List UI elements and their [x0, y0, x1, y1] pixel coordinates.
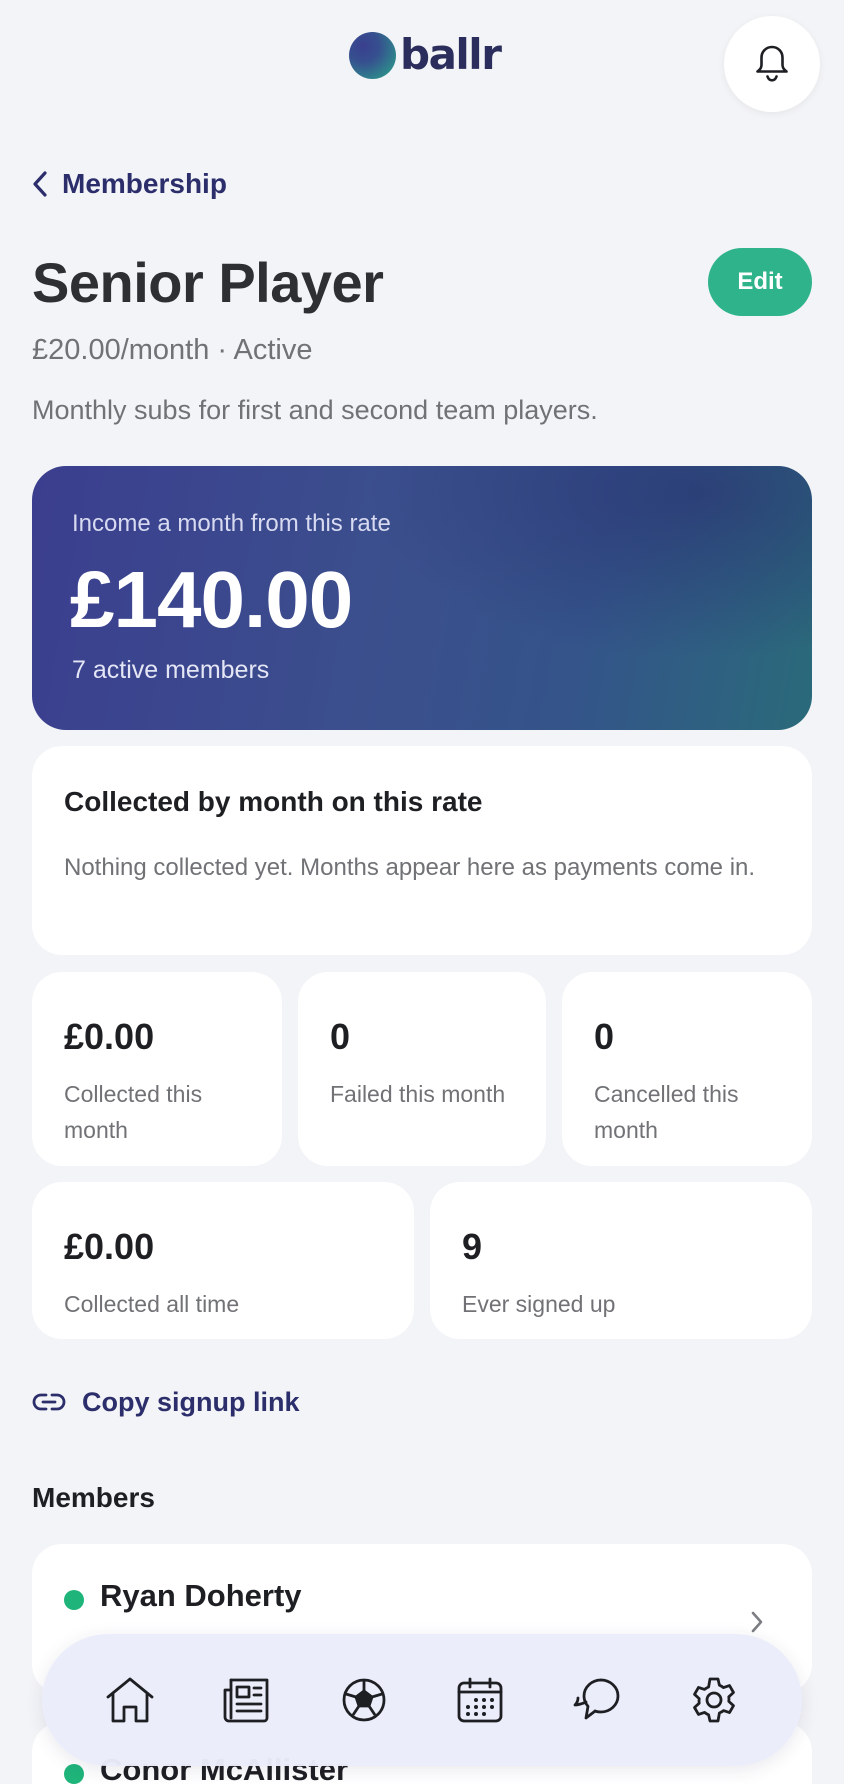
- nav-settings[interactable]: [682, 1668, 746, 1732]
- income-label: Income a month from this rate: [72, 510, 391, 537]
- income-amount: £140.00: [70, 555, 353, 644]
- app-header: ballr: [0, 0, 844, 130]
- calendar-icon: [457, 1677, 503, 1723]
- stat-value: 0: [330, 1016, 351, 1057]
- price-status-line: £20.00/month · Active: [32, 334, 313, 366]
- logo-text: ballr: [400, 30, 502, 79]
- notifications-button[interactable]: [724, 16, 820, 112]
- stat-label: Collected all time: [64, 1291, 240, 1317]
- chevron-right-icon: [751, 1611, 763, 1633]
- stat-card-failed-this-month: 0 Failed this month: [298, 972, 546, 1166]
- collected-by-month-card: Collected by month on this rate Nothing …: [32, 746, 812, 955]
- nav-chat[interactable]: [565, 1668, 629, 1732]
- active-members-count: 7 active members: [72, 656, 270, 684]
- stat-card-collected-all-time: £0.00 Collected all time: [32, 1182, 414, 1339]
- member-name: Ryan Doherty: [100, 1578, 302, 1613]
- stat-card-cancelled-this-month: 0 Cancelled this month: [562, 972, 812, 1166]
- stat-value: £0.00: [64, 1226, 155, 1267]
- home-icon: [106, 1677, 154, 1723]
- members-heading: Members: [32, 1482, 155, 1513]
- stat-label: Collected this month: [64, 1081, 203, 1143]
- stat-label: Ever signed up: [462, 1291, 616, 1317]
- bottom-navigation: [42, 1634, 802, 1766]
- stat-value: 0: [594, 1016, 615, 1057]
- stat-label: Failed this month: [330, 1081, 506, 1107]
- rate-description: Monthly subs for first and second team p…: [32, 395, 598, 425]
- stat-value: £0.00: [64, 1016, 155, 1057]
- active-status-dot: [64, 1590, 84, 1610]
- nav-matches[interactable]: [332, 1668, 396, 1732]
- nav-calendar[interactable]: [448, 1668, 512, 1732]
- link-icon: [32, 1393, 66, 1411]
- chevron-left-icon: [33, 171, 47, 197]
- edit-button[interactable]: Edit: [708, 248, 812, 316]
- football-icon: [342, 1678, 386, 1722]
- bell-icon: [756, 45, 788, 82]
- nav-home[interactable]: [98, 1668, 162, 1732]
- chat-icon: [573, 1678, 620, 1720]
- back-link[interactable]: Membership: [32, 164, 227, 204]
- copy-signup-link-label: Copy signup link: [82, 1386, 300, 1417]
- collected-title: Collected by month on this rate: [64, 786, 483, 817]
- stat-card-collected-this-month: £0.00 Collected this month: [32, 972, 282, 1166]
- stat-card-ever-signed-up: 9 Ever signed up: [430, 1182, 812, 1339]
- page-title: Senior Player: [32, 251, 384, 314]
- stat-value: 9: [462, 1226, 483, 1267]
- news-icon: [223, 1678, 269, 1723]
- copy-signup-link-button[interactable]: Copy signup link: [32, 1382, 300, 1422]
- active-status-dot: [64, 1764, 84, 1784]
- collected-empty-text: Nothing collected yet. Months appear her…: [64, 854, 756, 881]
- income-summary-card: Income a month from this rate £140.00 7 …: [32, 466, 812, 730]
- ballr-logo[interactable]: ballr: [349, 30, 502, 80]
- nav-news[interactable]: [215, 1668, 279, 1732]
- logo-mark-icon: [349, 31, 396, 79]
- back-label: Membership: [62, 168, 227, 199]
- settings-icon: [692, 1677, 735, 1723]
- stat-label: Cancelled this month: [594, 1081, 739, 1143]
